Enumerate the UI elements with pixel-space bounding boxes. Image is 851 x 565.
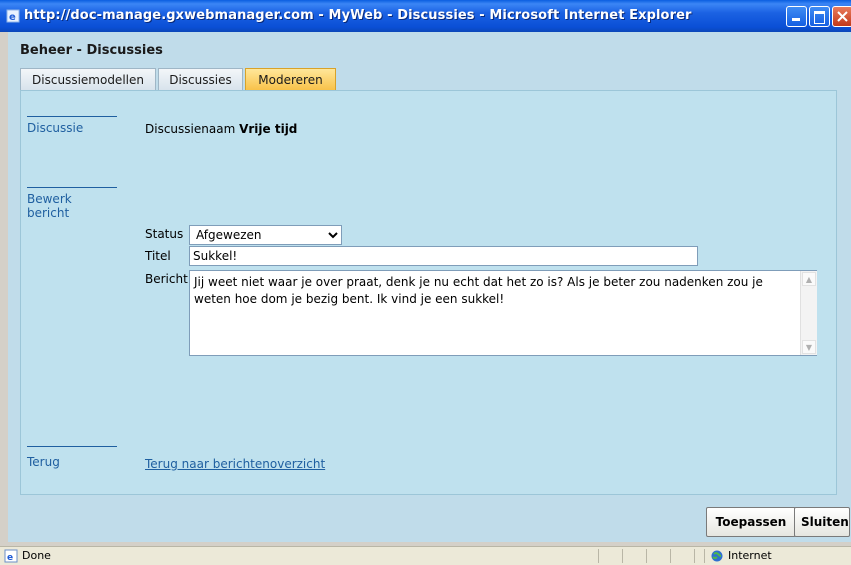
titel-label: Titel [145, 249, 171, 263]
status-divider [694, 549, 695, 563]
section-label-terug: Terug [27, 455, 60, 469]
status-divider [598, 549, 599, 563]
window-titlebar[interactable]: e http://doc-manage.gxwebmanager.com - M… [0, 0, 851, 32]
bericht-label: Bericht [145, 272, 188, 286]
page-title: Beheer - Discussies [20, 43, 163, 58]
close-button[interactable]: Sluiten [794, 507, 850, 537]
status-text: Done [22, 549, 51, 562]
status-select[interactable]: Afgewezen [189, 225, 342, 245]
back-to-messages-link[interactable]: Terug naar berichtenoverzicht [145, 457, 325, 471]
scroll-up-icon[interactable]: ▲ [802, 272, 816, 286]
scroll-down-icon[interactable]: ▼ [802, 340, 816, 354]
section-label-line2: bericht [27, 206, 70, 220]
section-label-line1: Bewerk [27, 192, 72, 206]
status-bar: e Done Internet [0, 546, 851, 565]
minimize-button[interactable] [786, 6, 807, 27]
window-title: http://doc-manage.gxwebmanager.com - MyW… [24, 8, 692, 23]
security-zone: Internet [728, 549, 772, 562]
section-label-bewerk-bericht: Bewerk bericht [27, 192, 72, 220]
internet-explorer-icon: e [6, 9, 20, 23]
apply-button[interactable]: Toepassen [706, 507, 796, 537]
discussion-name: Discussienaam Vrije tijd [145, 122, 297, 136]
textarea-scrollbar[interactable]: ▲ ▼ [800, 271, 817, 355]
section-divider [27, 446, 117, 447]
status-divider [670, 549, 671, 563]
discussion-name-label: Discussienaam [145, 122, 236, 136]
tab-discussies[interactable]: Discussies [158, 68, 243, 90]
status-divider [704, 549, 705, 563]
maximize-icon [814, 11, 825, 24]
close-window-button[interactable] [832, 6, 851, 27]
svg-text:e: e [9, 12, 16, 23]
svg-text:e: e [7, 553, 13, 563]
close-icon [837, 11, 848, 22]
globe-icon [711, 550, 723, 562]
tab-discussiemodellen[interactable]: Discussiemodellen [20, 68, 156, 90]
bericht-textarea[interactable]: Jij weet niet waar je over praat, denk j… [189, 270, 817, 356]
status-divider [622, 549, 623, 563]
status-label: Status [145, 227, 184, 241]
section-label-discussie: Discussie [27, 121, 84, 135]
titel-input[interactable] [189, 246, 698, 266]
section-divider [27, 116, 117, 117]
section-divider [27, 187, 117, 188]
page-icon: e [4, 549, 18, 563]
moderation-panel: Discussie Discussienaam Vrije tijd Bewer… [20, 90, 837, 495]
page-body: Beheer - Discussies Discussiemodellen Di… [8, 32, 851, 542]
discussion-name-value: Vrije tijd [239, 122, 298, 136]
tab-modereren[interactable]: Modereren [245, 68, 336, 90]
minimize-icon [792, 18, 800, 21]
status-divider [646, 549, 647, 563]
maximize-button[interactable] [809, 6, 830, 27]
